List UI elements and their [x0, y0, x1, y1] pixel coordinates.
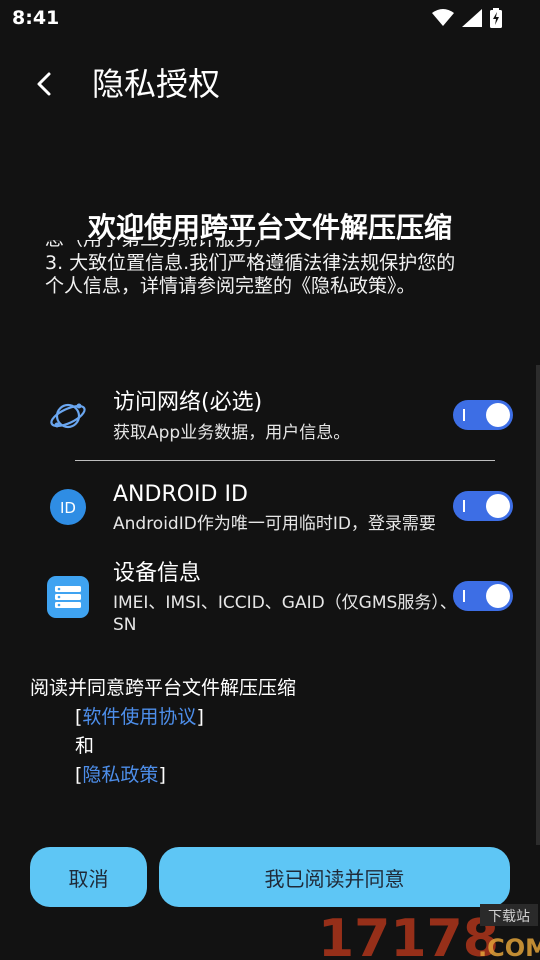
- divider: [75, 460, 495, 461]
- battery-charging-icon: [490, 8, 502, 28]
- page-title: 隐私授权: [92, 65, 221, 103]
- toggle-on-mark: [463, 500, 465, 512]
- network-globe-icon: [48, 396, 88, 436]
- bracket: ]: [158, 764, 166, 786]
- permission-desc-continued: SN: [113, 615, 137, 635]
- policy-line: 3. 大致位置信息.我们严格遵循法律法规保护您的: [45, 251, 456, 274]
- user-agreement-link[interactable]: 软件使用协议: [82, 706, 196, 728]
- permission-title: 设备信息: [113, 561, 202, 586]
- site-watermark: 17178 下载站 .COM: [318, 904, 540, 960]
- permission-title: ANDROID ID: [113, 482, 248, 507]
- id-badge-icon: ID: [48, 487, 88, 527]
- consent-text: 阅读并同意跨平台文件解压压缩 [软件使用协议] 和 [隐私政策]: [30, 674, 296, 790]
- device-info-icon: [47, 576, 89, 618]
- status-time: 8:41: [12, 7, 60, 29]
- toggle-knob: [486, 403, 510, 427]
- app-bar: 隐私授权: [0, 50, 540, 120]
- device-info-toggle[interactable]: [453, 581, 513, 611]
- toggle-on-mark: [463, 590, 465, 602]
- consent-and: 和: [75, 735, 95, 757]
- watermark-tag: 下载站: [488, 909, 530, 925]
- bracket: ]: [196, 706, 204, 728]
- toggle-knob: [486, 494, 510, 518]
- toggle-on-mark: [463, 409, 465, 421]
- consent-lead: 阅读并同意跨平台文件解压压缩: [30, 677, 297, 699]
- consent-link-row: [软件使用协议]: [30, 703, 296, 732]
- policy-text-scroll[interactable]: 息（用于第三方统计服务） 3. 大致位置信息.我们严格遵循法律法规保护您的 个人…: [45, 240, 515, 330]
- cellular-signal-icon: [462, 9, 482, 27]
- toggle-knob: [486, 584, 510, 608]
- scrollbar[interactable]: [536, 365, 540, 845]
- watermark-suffix: .COM: [478, 934, 540, 960]
- back-arrow-icon: [37, 72, 51, 96]
- privacy-policy-link[interactable]: 隐私政策: [82, 764, 158, 786]
- status-icons: [432, 8, 502, 28]
- consent-link-row: [隐私政策]: [30, 761, 296, 790]
- dialog-title: 欢迎使用跨平台文件解压压缩: [87, 211, 452, 244]
- permission-title: 访问网络(必选): [113, 390, 263, 415]
- network-toggle[interactable]: [453, 400, 513, 430]
- status-bar: 8:41: [0, 0, 540, 36]
- android-id-toggle[interactable]: [453, 491, 513, 521]
- back-button[interactable]: [26, 64, 62, 104]
- watermark-number: 17178: [318, 909, 499, 960]
- policy-line: 个人信息，详情请参阅完整的《隐私政策》。: [45, 275, 416, 297]
- svg-text:ID: ID: [60, 499, 76, 517]
- wifi-icon: [432, 9, 454, 27]
- cancel-button[interactable]: 取消: [30, 847, 147, 907]
